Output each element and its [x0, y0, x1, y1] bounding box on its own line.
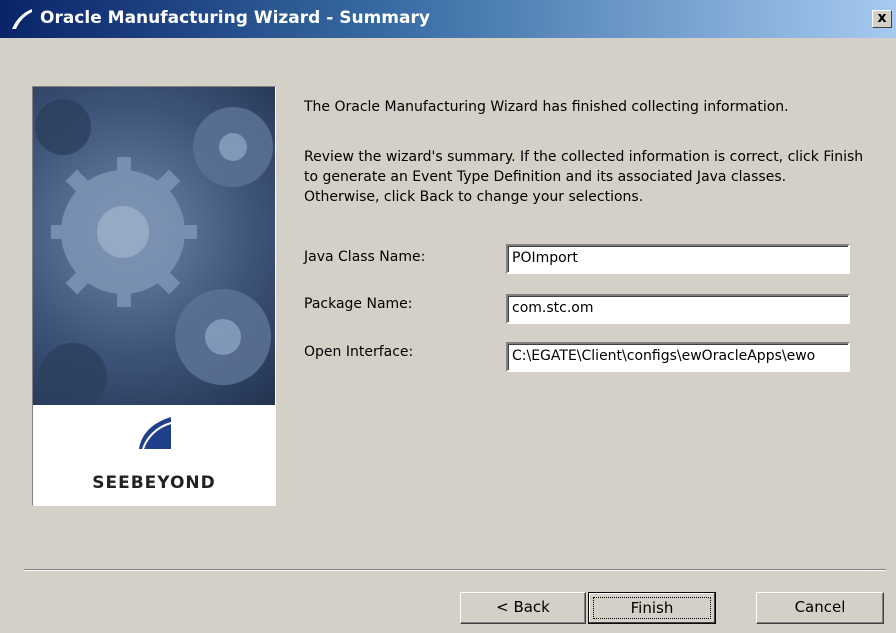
- java-class-name-field[interactable]: POImport: [506, 244, 850, 274]
- finish-button-label: Finish: [593, 597, 711, 619]
- open-interface-field[interactable]: C:\EGATE\Client\configs\ewOracleApps\ewo: [506, 342, 850, 372]
- logo-text: SEEBEYOND: [92, 473, 216, 493]
- back-button[interactable]: < Back: [460, 592, 586, 624]
- seebeyond-logo-icon: [139, 417, 172, 450]
- finish-button[interactable]: Finish: [588, 592, 716, 624]
- instructions-text: Review the wizard's summary. If the coll…: [304, 149, 864, 205]
- cancel-button[interactable]: Cancel: [756, 592, 884, 624]
- company-logo: SEEBEYOND: [33, 405, 275, 505]
- button-divider: [24, 569, 886, 571]
- wizard-side-image: SEEBEYOND: [32, 86, 276, 506]
- package-name-label: Package Name:: [304, 296, 413, 312]
- gear-icon: [35, 99, 273, 411]
- package-name-field[interactable]: com.stc.om: [506, 294, 850, 324]
- title-bar[interactable]: Oracle Manufacturing Wizard - Summary x: [0, 0, 896, 38]
- open-interface-label: Open Interface:: [304, 344, 414, 360]
- app-icon: [12, 9, 32, 29]
- intro-text: The Oracle Manufacturing Wizard has fini…: [304, 99, 789, 115]
- window-title: Oracle Manufacturing Wizard - Summary: [40, 8, 430, 28]
- java-class-name-label: Java Class Name:: [304, 249, 426, 265]
- gears-illustration: [33, 87, 275, 411]
- close-button[interactable]: x: [872, 10, 892, 28]
